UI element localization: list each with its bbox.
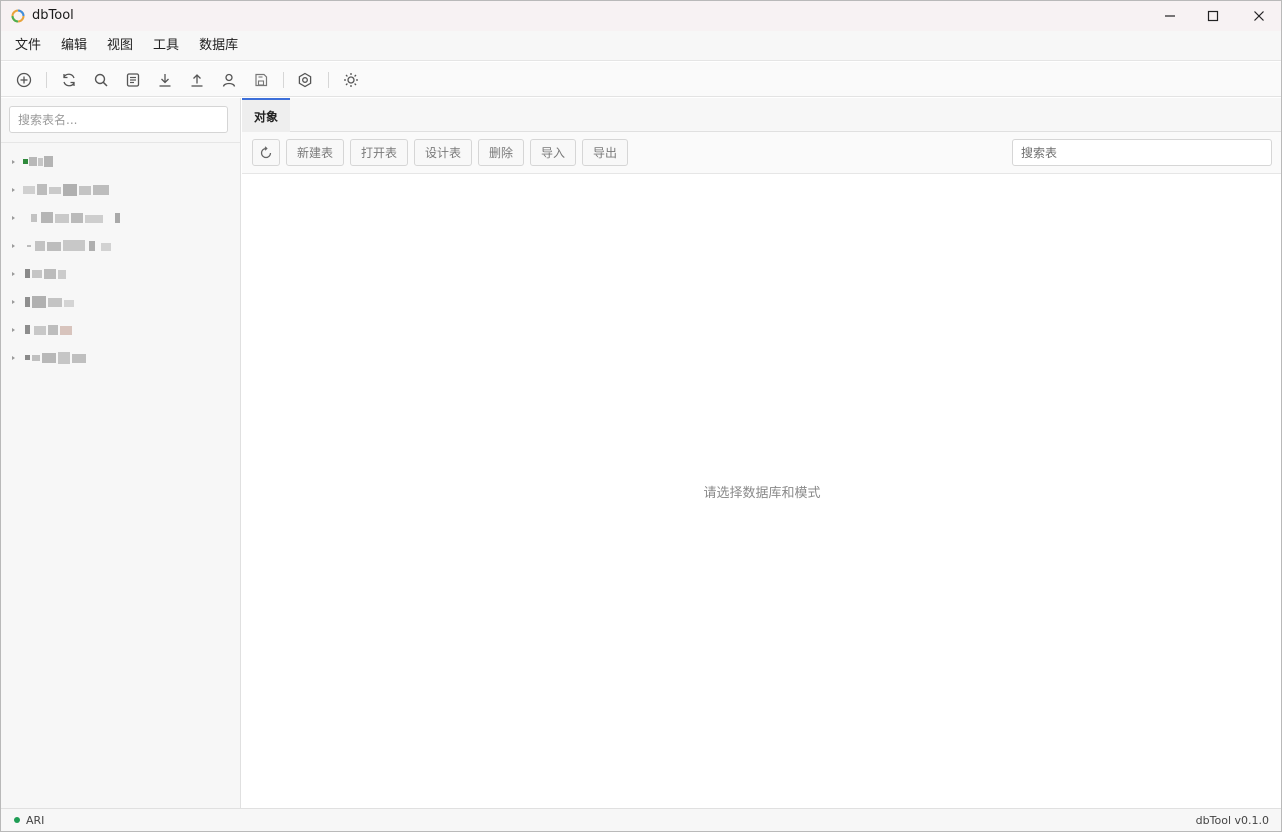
menu-edit[interactable]: 编辑	[51, 31, 97, 61]
refresh-objects-button[interactable]	[252, 139, 280, 166]
query-button[interactable]	[121, 69, 145, 91]
main-panel: 对象 新建表 打开表 设计表 删除 导入 导出 请选择数据库和模式	[242, 98, 1281, 808]
document-icon	[126, 73, 140, 87]
save-icon	[255, 73, 268, 87]
expand-arrow-icon[interactable]	[12, 188, 15, 192]
export-button[interactable]	[185, 69, 209, 91]
tree-item[interactable]	[1, 178, 240, 206]
tree-item[interactable]	[1, 206, 240, 234]
tree-item[interactable]	[1, 262, 240, 290]
app-version: dbTool v0.1.0	[1195, 814, 1269, 827]
import-button[interactable]	[153, 69, 177, 91]
refresh-button[interactable]	[57, 69, 81, 91]
tab-objects[interactable]: 对象	[242, 98, 290, 132]
theme-sun-icon	[344, 73, 358, 87]
menu-view[interactable]: 视图	[97, 31, 143, 61]
search-icon	[94, 73, 108, 87]
menu-file[interactable]: 文件	[5, 31, 51, 61]
tree-item[interactable]	[1, 290, 240, 318]
redacted-label	[27, 240, 111, 251]
connection-status-text: ARI	[26, 814, 45, 827]
close-icon	[1254, 11, 1264, 21]
toolbar-separator	[46, 72, 47, 88]
expand-arrow-icon[interactable]	[12, 300, 15, 304]
expand-arrow-icon[interactable]	[12, 160, 15, 164]
settings-icon	[298, 72, 312, 88]
redacted-label	[31, 212, 120, 223]
import-table-button[interactable]: 导入	[530, 139, 576, 166]
redacted-label	[25, 352, 86, 364]
expand-arrow-icon[interactable]	[12, 216, 15, 220]
title-bar: dbTool	[1, 1, 1281, 31]
minimize-icon	[1165, 15, 1175, 17]
connection-status-icon	[14, 817, 20, 823]
close-button[interactable]	[1236, 1, 1281, 31]
app-window: dbTool 文件 编辑 视图 工具 数据库 搜索表名... 对象 新建表 打开…	[0, 0, 1282, 832]
window-title: dbTool	[32, 8, 74, 23]
expand-arrow-icon[interactable]	[12, 356, 15, 360]
toolbar-separator	[328, 72, 329, 88]
table-name-search-input[interactable]	[9, 106, 228, 133]
download-icon	[159, 74, 171, 87]
menu-tools[interactable]: 工具	[143, 31, 189, 61]
redacted-label	[25, 296, 74, 308]
maximize-icon	[1207, 10, 1219, 22]
redacted-label	[23, 184, 109, 196]
menu-bar: 文件 编辑 视图 工具 数据库	[1, 31, 1281, 61]
empty-state-message: 请选择数据库和模式	[703, 486, 821, 501]
status-bar: ARI dbTool v0.1.0	[1, 808, 1281, 831]
export-table-button[interactable]: 导出	[582, 139, 628, 166]
add-connection-icon	[16, 72, 32, 88]
expand-arrow-icon[interactable]	[12, 272, 15, 276]
open-table-button[interactable]: 打开表	[350, 139, 408, 166]
refresh-icon	[260, 145, 272, 158]
database-tree	[1, 150, 240, 374]
tree-item[interactable]	[1, 318, 240, 346]
design-table-button[interactable]: 设计表	[414, 139, 472, 166]
tree-item[interactable]	[1, 234, 240, 262]
settings-button[interactable]	[293, 69, 317, 91]
refresh-icon	[63, 73, 75, 87]
menu-database[interactable]: 数据库	[189, 31, 248, 61]
expand-arrow-icon[interactable]	[12, 328, 15, 332]
tab-bar: 对象	[242, 98, 1281, 132]
redacted-label	[25, 325, 72, 335]
new-table-button[interactable]: 新建表	[286, 139, 344, 166]
redacted-label	[25, 269, 66, 279]
toolbar-separator	[283, 72, 284, 88]
toolbar	[1, 62, 1281, 97]
upload-icon	[191, 74, 203, 87]
table-search-input[interactable]	[1012, 139, 1272, 166]
app-logo-icon	[11, 9, 25, 23]
user-icon	[222, 73, 236, 87]
new-connection-button[interactable]	[12, 69, 36, 91]
search-button[interactable]	[89, 69, 113, 91]
object-action-bar: 新建表 打开表 设计表 删除 导入 导出	[242, 132, 1281, 174]
theme-toggle-button[interactable]	[339, 69, 363, 91]
delete-table-button[interactable]: 删除	[478, 139, 524, 166]
user-button[interactable]	[217, 69, 241, 91]
minimize-button[interactable]	[1147, 1, 1193, 31]
redacted-label	[23, 156, 53, 167]
tree-item[interactable]	[1, 150, 240, 178]
sidebar	[1, 98, 241, 808]
maximize-button[interactable]	[1190, 1, 1236, 31]
sidebar-divider	[1, 142, 240, 143]
save-button[interactable]	[249, 69, 273, 91]
expand-arrow-icon[interactable]	[12, 244, 15, 248]
tree-item[interactable]	[1, 346, 240, 374]
